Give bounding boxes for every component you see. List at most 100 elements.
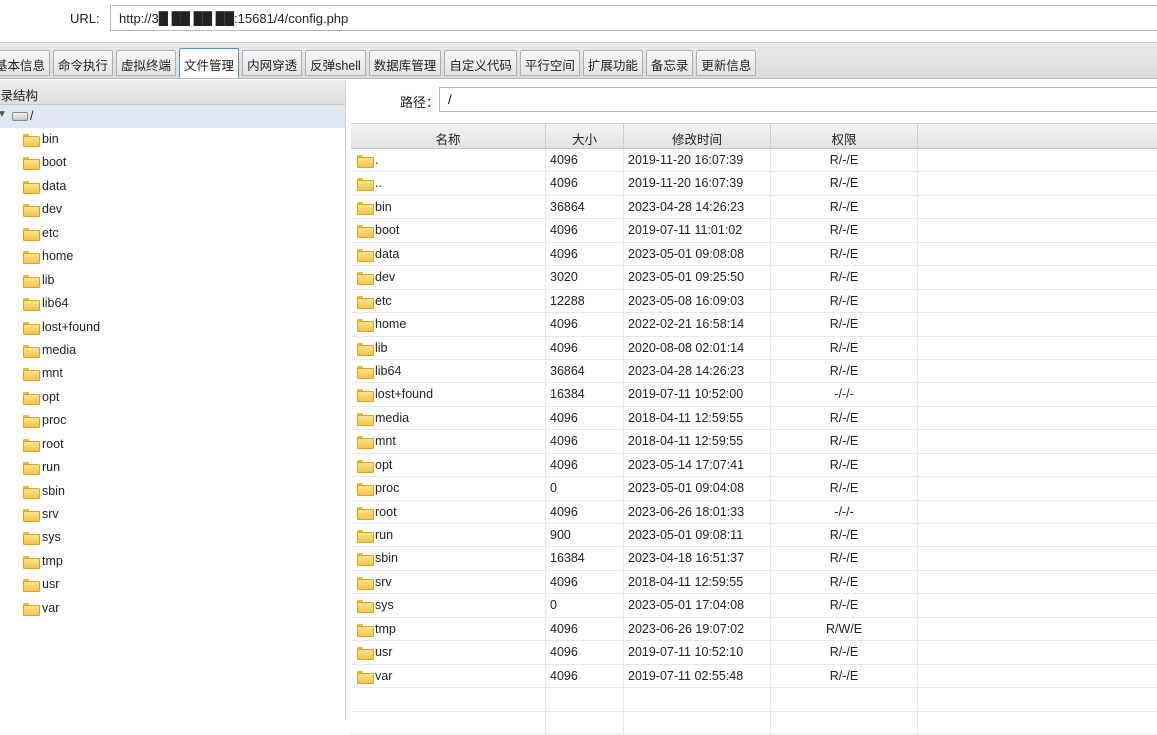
cell-size: 36864 (546, 195, 624, 219)
column-header-perm[interactable]: 权限 (771, 124, 918, 148)
file-name: tmp (375, 621, 396, 636)
table-row[interactable]: usr 4096 2019-07-11 10:52:10 R/-/E (351, 641, 1157, 665)
tree-item[interactable]: bin (0, 128, 345, 151)
file-name: run (375, 528, 394, 542)
tree-item-label: proc (42, 413, 67, 428)
cell-mtime: 2023-05-01 17:04:08 (624, 594, 771, 617)
tree-item[interactable]: tmp (0, 550, 345, 573)
tree-item-label: sbin (42, 483, 65, 498)
tab-9[interactable]: 扩展功能 (582, 50, 643, 76)
tree-item[interactable]: lost+found (0, 316, 345, 339)
folder-icon (23, 368, 40, 382)
table-row[interactable]: boot 4096 2019-07-11 11:01:02 R/-/E (351, 219, 1157, 243)
table-row[interactable]: run 900 2023-05-01 09:08:11 R/-/E (351, 524, 1157, 548)
tree-item[interactable]: mnt (0, 362, 345, 385)
cell-perm: R/-/E (771, 406, 918, 430)
tree-item[interactable]: sbin (0, 480, 345, 503)
cell-size: 12288 (546, 289, 624, 313)
expand-triangle-icon[interactable]: ▼ (0, 109, 7, 120)
tree-root[interactable]: ▼ / (0, 105, 345, 128)
tree-item[interactable]: etc (0, 222, 345, 245)
cell-name: etc (351, 289, 546, 313)
cell-perm: R/-/E (771, 664, 918, 688)
cell-name: dev (351, 266, 546, 289)
url-input[interactable] (110, 5, 1157, 31)
cell-size: 4096 (546, 500, 624, 523)
path-label: 路径： (400, 95, 440, 110)
tree-item-label: etc (42, 225, 59, 240)
tree-item[interactable]: lib (0, 269, 345, 292)
table-row[interactable]: media 4096 2018-04-11 12:59:55 R/-/E (351, 406, 1157, 431)
tree-item[interactable]: lib64 (0, 292, 345, 315)
tree-item[interactable]: usr (0, 573, 345, 596)
tab-0[interactable]: 基本信息 (0, 50, 51, 76)
table-row[interactable]: mnt 4096 2018-04-11 12:59:55 R/-/E (351, 430, 1157, 454)
path-input[interactable] (439, 87, 1157, 112)
cell-perm: R/-/E (771, 289, 918, 313)
cell-mtime: 2023-05-14 17:07:41 (624, 453, 771, 477)
tree-item[interactable]: sys (0, 526, 345, 549)
tree-item[interactable]: srv (0, 503, 345, 526)
file-name: var (375, 668, 393, 683)
tree-item[interactable]: var (0, 597, 345, 620)
cell-empty (918, 618, 1157, 640)
tree-item[interactable]: root (0, 433, 345, 456)
folder-icon (23, 298, 40, 312)
table-row[interactable]: lib64 36864 2023-04-28 14:26:23 R/-/E (351, 359, 1157, 384)
table-row[interactable]: tmp 4096 2023-06-26 19:07:02 R/W/E (351, 617, 1157, 642)
cell-perm: R/-/E (771, 195, 918, 219)
tab-11[interactable]: 更新信息 (696, 50, 757, 76)
table-row[interactable]: dev 3020 2023-05-01 09:25:50 R/-/E (351, 266, 1157, 290)
table-row[interactable]: root 4096 2023-06-26 18:01:33 -/-/- (351, 500, 1157, 524)
table-row[interactable]: opt 4096 2023-05-14 17:07:41 R/-/E (351, 453, 1157, 478)
column-header-name[interactable]: 名称 (351, 124, 546, 148)
tree-item[interactable]: home (0, 245, 345, 268)
table-row[interactable]: lib 4096 2020-08-08 02:01:14 R/-/E (351, 336, 1157, 360)
table-row[interactable]: var 4096 2019-07-11 02:55:48 R/-/E (351, 664, 1157, 689)
directory-panel: 目录结构 ▼ / bin boot data dev etc home lib lib64 lo… (0, 80, 346, 720)
tree-item[interactable]: run (0, 456, 345, 479)
table-row[interactable]: sys 0 2023-05-01 17:04:08 R/-/E (351, 594, 1157, 618)
folder-icon (23, 204, 40, 218)
table-row[interactable]: data 4096 2023-05-01 09:08:08 R/-/E (351, 242, 1157, 267)
folder-icon (23, 485, 40, 499)
table-row[interactable]: srv 4096 2018-04-11 12:59:55 R/-/E (351, 570, 1157, 595)
tab-8[interactable]: 平行空间 (519, 50, 580, 76)
cell-mtime: 2023-05-08 16:09:03 (624, 289, 771, 313)
tab-10[interactable]: 备忘录 (645, 50, 694, 76)
table-row[interactable]: etc 12288 2023-05-08 16:09:03 R/-/E (351, 289, 1157, 314)
table-row[interactable]: sbin 16384 2023-04-18 16:51:37 R/-/E (351, 547, 1157, 571)
tab-4[interactable]: 内网穿透 (242, 50, 303, 76)
tab-7[interactable]: 自定义代码 (444, 50, 517, 76)
cell-size: 4096 (546, 149, 624, 172)
tree-item[interactable]: media (0, 339, 345, 362)
cell-empty (918, 594, 1157, 616)
tab-list: 基本信息 命令执行 虚拟终端 文件管理 内网穿透 反弹shell 数据库管理 自定义代码 平行空… (0, 48, 759, 78)
tree-item[interactable]: data (0, 175, 345, 198)
tab-1[interactable]: 命令执行 (53, 50, 114, 76)
table-row[interactable]: home 4096 2022-02-21 16:58:14 R/-/E (351, 313, 1157, 337)
table-row[interactable]: . 4096 2019-11-20 16:07:39 R/-/E (351, 149, 1157, 173)
table-row[interactable]: proc 0 2023-05-01 09:04:08 R/-/E (351, 477, 1157, 501)
folder-icon (23, 227, 40, 241)
column-header-mtime[interactable]: 修改时间 (624, 124, 771, 148)
folder-icon (357, 295, 374, 309)
tab-5[interactable]: 反弹shell (305, 50, 366, 76)
column-header-size[interactable]: 大小 (546, 124, 624, 148)
folder-icon (23, 415, 40, 429)
folder-icon (23, 438, 40, 452)
tree-item-label: dev (42, 202, 63, 217)
table-row[interactable]: lost+found 16384 2019-07-11 10:52:00 -/-/- (351, 383, 1157, 407)
folder-icon (357, 319, 374, 333)
tab-3[interactable]: 文件管理 (179, 48, 240, 78)
empty-row (351, 688, 1157, 712)
tree-item[interactable]: opt (0, 386, 345, 409)
tree-item[interactable]: boot (0, 151, 345, 174)
tab-6[interactable]: 数据库管理 (368, 50, 442, 76)
tree-item[interactable]: dev (0, 198, 345, 221)
tree-item[interactable]: proc (0, 409, 345, 432)
tab-2[interactable]: 虚拟终端 (116, 50, 177, 76)
table-row[interactable]: bin 36864 2023-04-28 14:26:23 R/-/E (351, 195, 1157, 220)
cell-perm: R/-/E (771, 453, 918, 477)
table-row[interactable]: .. 4096 2019-11-20 16:07:39 R/-/E (351, 172, 1157, 196)
